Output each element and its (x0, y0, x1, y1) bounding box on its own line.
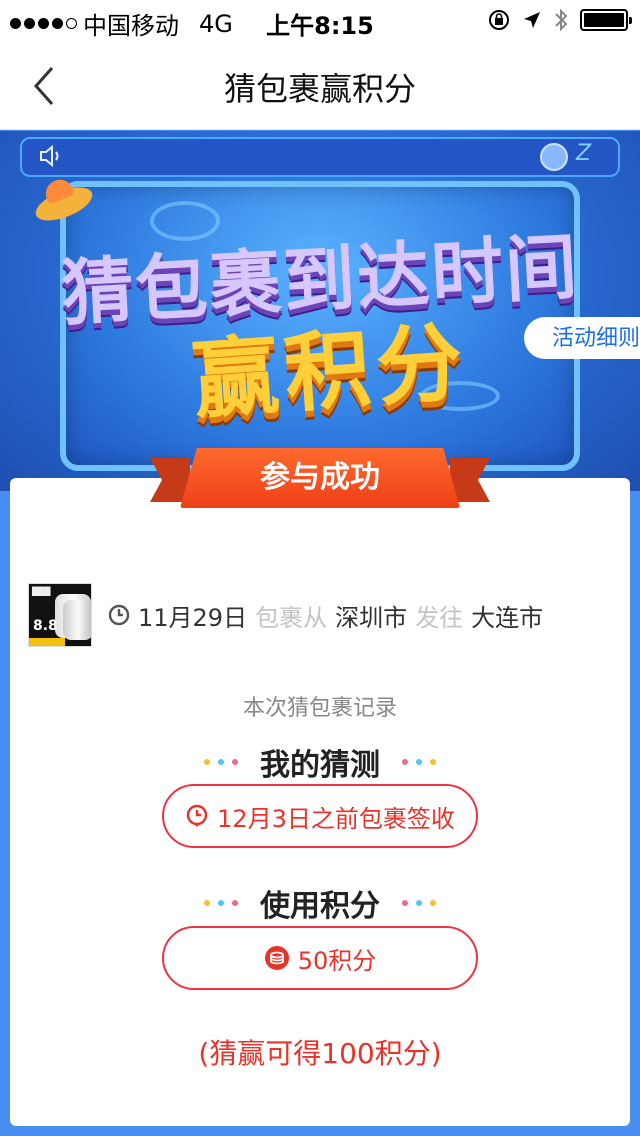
page-title: 猜包裹赢积分 (223, 70, 416, 108)
package-date: 11月29日 (138, 603, 248, 632)
nav-bar: 猜包裹赢积分 (0, 40, 640, 130)
dots-decoration-left (204, 759, 238, 765)
coins-icon (264, 946, 289, 970)
status-bar: 中国移动 4G 上午8:15 (0, 0, 640, 40)
dots-decoration-right (402, 759, 436, 765)
points-used-pill: 50积分 (162, 926, 478, 990)
clock-icon (186, 804, 208, 827)
points-value: 50积分 (297, 946, 377, 975)
guess-section-heading: 我的猜测 (10, 740, 630, 784)
record-title: 本次猜包裹记录 (242, 696, 397, 721)
banner-headline-line2: 赢积分 (189, 312, 472, 432)
dots-decoration-left (204, 900, 238, 906)
status-right (488, 8, 632, 32)
origin-city: 深圳市 (335, 603, 408, 632)
speaker-icon[interactable] (38, 143, 64, 169)
battery-icon (580, 9, 632, 31)
product-thumbnail[interactable]: ███ 8.8 (28, 583, 92, 647)
success-badge: 参与成功 (180, 448, 460, 508)
destination-city: 大连市 (471, 603, 544, 632)
reward-note: (猜赢可得100积分) (198, 1037, 442, 1070)
banner-top-panel (20, 137, 620, 177)
dots-decoration-right (402, 900, 436, 906)
bluetooth-icon (555, 8, 568, 32)
sleep-z-icon: Z (576, 141, 592, 166)
rotation-lock-icon (489, 10, 509, 30)
activity-rules-button[interactable]: 活动细则 (524, 317, 640, 359)
clock-icon (108, 604, 130, 626)
guess-result-pill: 12月3日之前包裹签收 (162, 784, 478, 848)
avatar-icon[interactable] (540, 143, 568, 171)
event-banner: Z 猜包裹到达时间 赢积分 活动细则 (0, 131, 640, 491)
guess-value: 12月3日之前包裹签收 (217, 804, 455, 833)
points-section-heading: 使用积分 (10, 881, 630, 925)
participation-card: 参与成功 ███ 8.8 11月29日 包裹从 深圳市 发往 大连市 本次猜包裹… (10, 448, 630, 1126)
to-label: 发往 (415, 603, 464, 632)
success-ribbon: 参与成功 (150, 448, 490, 518)
location-arrow-icon (524, 12, 540, 28)
package-info-row: ███ 8.8 11月29日 包裹从 深圳市 发往 大连市 (28, 583, 543, 647)
from-label: 包裹从 (255, 603, 328, 632)
